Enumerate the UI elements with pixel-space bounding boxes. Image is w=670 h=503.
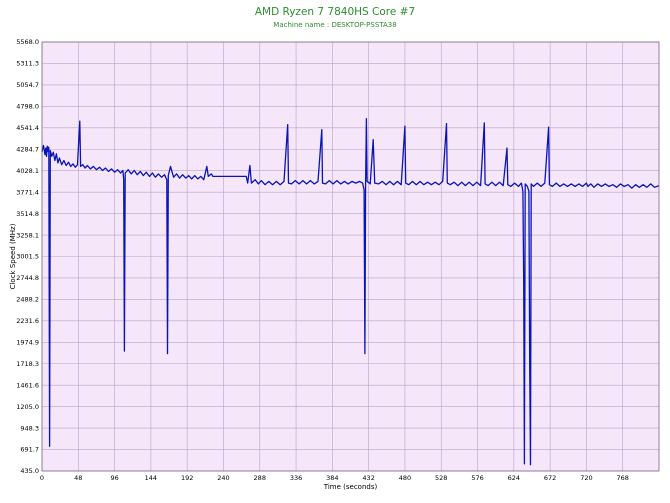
x-tick-label: 240 xyxy=(217,474,229,482)
x-tick-label: 432 xyxy=(362,474,374,482)
x-tick-label: 144 xyxy=(145,474,157,482)
x-tick-label: 720 xyxy=(580,474,592,482)
y-tick-label: 4284.7 xyxy=(16,145,39,153)
y-axis-label: Clock Speed (MHz) xyxy=(9,223,17,289)
y-tick-label: 1718.3 xyxy=(16,360,39,368)
x-tick-label: 624 xyxy=(508,474,520,482)
y-tick-label: 1461.6 xyxy=(16,381,39,389)
x-tick-label: 192 xyxy=(181,474,193,482)
y-tick-label: 3258.1 xyxy=(16,231,39,239)
x-tick-label: 96 xyxy=(110,474,118,482)
x-tick-label: 576 xyxy=(471,474,483,482)
clock-speed-chart: 435.0 691.7 948.3 1205.0 1461.6 1718.3 1974.9 2… xyxy=(9,38,660,491)
y-tick-label: 5568.0 xyxy=(16,38,39,46)
x-tick-label: 0 xyxy=(40,474,44,482)
x-tick-label: 528 xyxy=(435,474,447,482)
y-tick-label: 1205.0 xyxy=(16,403,39,411)
x-tick-label: 384 xyxy=(326,474,338,482)
x-tick-label: 336 xyxy=(290,474,302,482)
y-tick-label: 3514.8 xyxy=(16,210,39,218)
y-tick-label: 3001.5 xyxy=(16,253,39,261)
y-tick-label: 5311.3 xyxy=(16,60,39,68)
y-tick-label: 2744.8 xyxy=(16,274,39,282)
y-tick-label: 691.7 xyxy=(20,446,39,454)
y-tick-label: 5054.7 xyxy=(16,81,39,89)
x-axis-ticks: 0 48 96 144 192 240 288 336 384 432 480 528 576 624 67… xyxy=(40,474,629,482)
y-tick-label: 948.3 xyxy=(20,424,39,432)
y-tick-label: 4028.1 xyxy=(16,167,39,175)
y-tick-label: 4798.0 xyxy=(16,103,39,111)
y-tick-label: 2488.2 xyxy=(16,296,39,304)
x-tick-label: 288 xyxy=(254,474,266,482)
x-tick-label: 48 xyxy=(74,474,82,482)
x-tick-label: 480 xyxy=(399,474,411,482)
x-axis-label: Time (seconds) xyxy=(323,483,378,491)
x-tick-label: 768 xyxy=(616,474,628,482)
y-tick-label: 2231.6 xyxy=(16,317,39,325)
y-axis-ticks: 435.0 691.7 948.3 1205.0 1461.6 1718.3 1974.9 2… xyxy=(16,38,39,475)
y-tick-label: 435.0 xyxy=(20,467,39,475)
y-tick-label: 1974.9 xyxy=(16,339,39,347)
x-tick-label: 672 xyxy=(544,474,556,482)
grid-lines xyxy=(41,41,659,472)
y-tick-label: 4541.4 xyxy=(16,124,39,132)
y-tick-label: 3771.4 xyxy=(16,188,39,196)
